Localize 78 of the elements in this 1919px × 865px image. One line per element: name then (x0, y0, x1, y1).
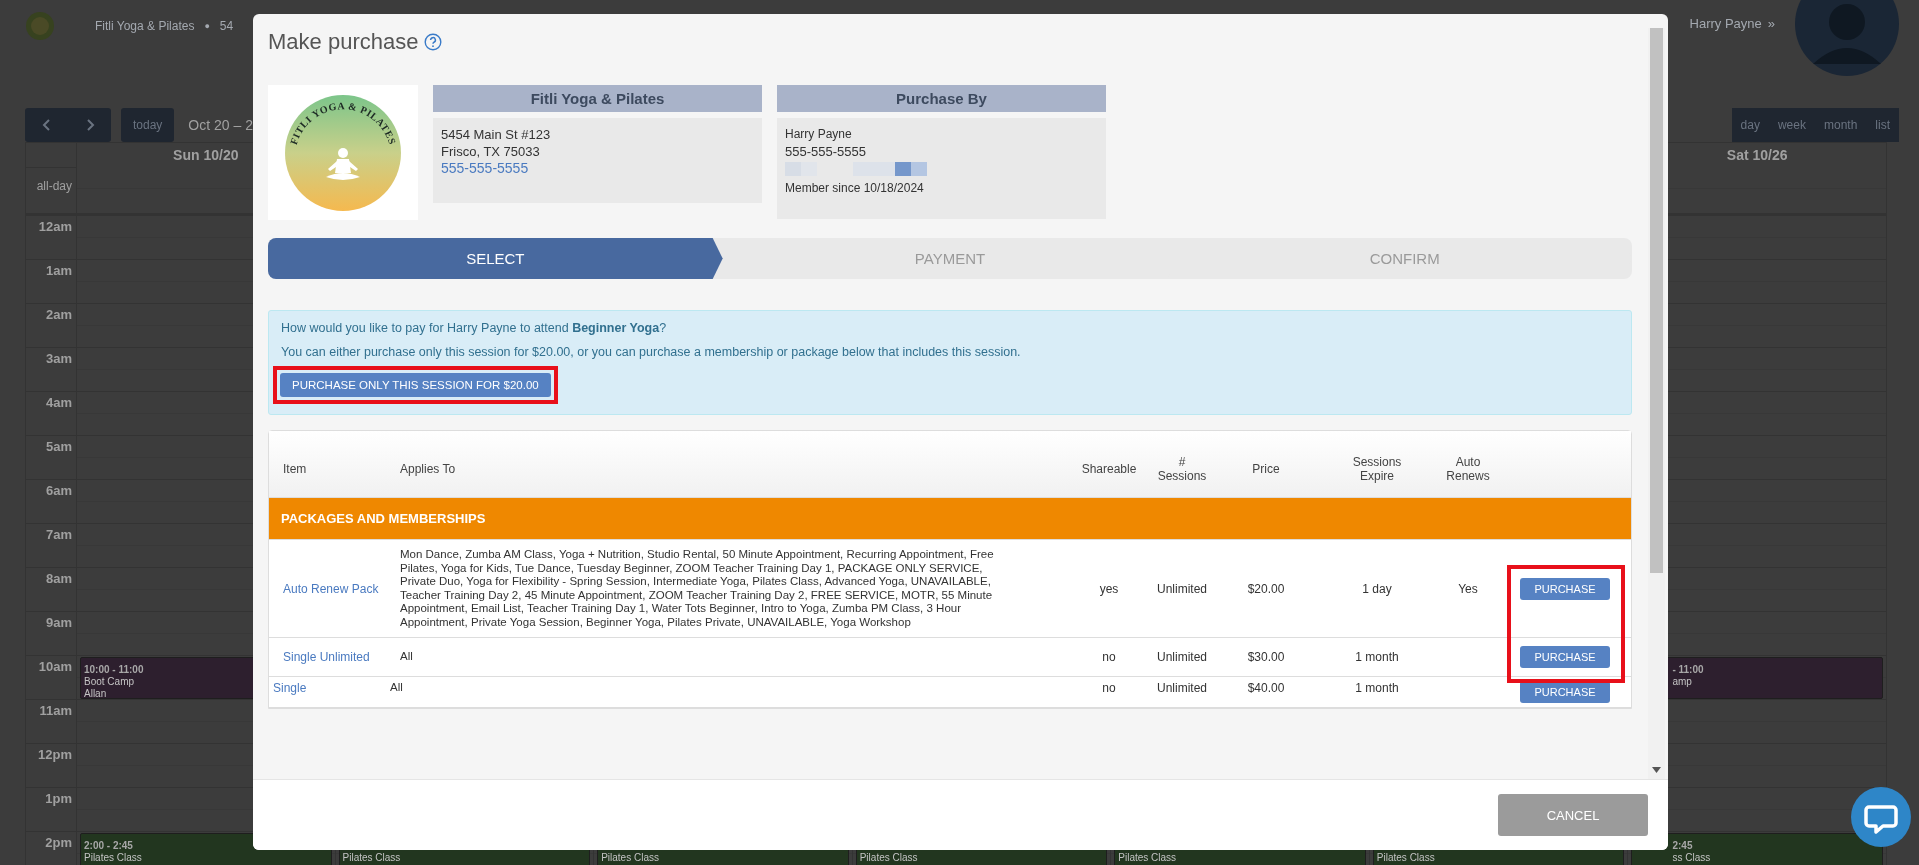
event-title: Pilates Class (601, 852, 659, 863)
meditating-figure-icon (326, 148, 360, 180)
purchase-button[interactable]: PURCHASE (1520, 577, 1610, 600)
event-time: - 11:00 (1672, 664, 1704, 675)
address-line: 5454 Main St #123 (441, 126, 552, 143)
logo-icon (25, 11, 55, 41)
cancel-button[interactable]: CANCEL (1498, 794, 1648, 836)
panel-heading: Fitli Yoga & Pilates (433, 85, 762, 112)
help-icon[interactable] (424, 33, 443, 51)
table-cell: $20.00 (1247, 581, 1285, 596)
address-line: Frisco, TX 75033 (441, 143, 541, 160)
table-cell: Yes (1458, 581, 1478, 596)
event-time: 2:00 - 2:45 (84, 840, 133, 851)
panel-heading: Purchase By (777, 85, 1106, 112)
column-header: # Sessions (1157, 454, 1207, 483)
purchase-session-button[interactable]: PURCHASE ONLY THIS SESSION FOR $20.00 (280, 373, 551, 397)
column-header: Price (1252, 461, 1280, 476)
event-title: Pilates Class (1118, 852, 1177, 863)
previous-button[interactable] (25, 108, 68, 142)
item-link[interactable]: Auto Renew Pack (283, 581, 379, 596)
column-header: Applies To (400, 461, 456, 476)
purchase-button[interactable]: PURCHASE (1520, 646, 1610, 668)
studio-name: Fitli Yoga & Pilates (95, 19, 195, 33)
event-title: Pilates Class (84, 852, 142, 863)
event-instructor: Allan (84, 688, 107, 699)
table-cell: Unlimited (1157, 581, 1207, 596)
event-title: Boot Camp (84, 676, 135, 687)
column-header: Sessions Expire (1352, 454, 1402, 483)
user-menu-glyph[interactable]: » (1767, 16, 1775, 31)
avatar-icon[interactable] (1795, 0, 1899, 76)
applies-to-text: All (390, 681, 403, 693)
view-button[interactable]: week (1768, 108, 1815, 142)
table-cell: 1 month (1355, 650, 1399, 664)
table-cell: Unlimited (1157, 650, 1207, 664)
dialog-title: Make purchase (268, 29, 419, 55)
member-since: Member since 10/18/2024 (785, 180, 925, 197)
purchaser-name: Harry Payne (785, 126, 853, 143)
event-title: Pilates Class (1376, 852, 1435, 863)
column-header: Item (283, 461, 307, 476)
event-title: Pilates Class (859, 852, 918, 863)
applies-to-text: All (400, 650, 413, 663)
view-button[interactable]: list (1866, 108, 1899, 142)
table-cell: Unlimited (1157, 681, 1207, 695)
scroll-down-icon[interactable] (1652, 767, 1661, 773)
column-header: Auto Renews (1446, 454, 1490, 483)
purchaser-phone: 555-555-5555 (785, 143, 867, 160)
view-button[interactable]: day (1731, 108, 1769, 142)
event-time: 2:45 (1672, 840, 1693, 851)
chevron-right-icon (84, 119, 95, 131)
chevron-left-icon (41, 119, 52, 131)
table-cell: yes (1099, 581, 1119, 596)
view-button[interactable]: month (1814, 108, 1867, 142)
table-cell: 1 month (1355, 681, 1399, 695)
event-title: Pilates Class (342, 852, 401, 863)
studio-address: 54 (219, 19, 234, 33)
next-button[interactable] (68, 108, 111, 142)
scrollbar[interactable] (1648, 28, 1665, 779)
user-name[interactable]: Harry Payne (1689, 16, 1762, 31)
table-cell: $40.00 (1247, 681, 1285, 695)
table-cell: $30.00 (1247, 650, 1285, 664)
phone-link[interactable]: 555-555-5555 (441, 160, 754, 177)
table-cell: 1 day (1362, 581, 1392, 596)
event-time: 10:00 - 11:00 (84, 664, 144, 675)
section-header: PACKAGES AND MEMBERSHIPS (269, 497, 1631, 540)
separator-dot: ● (204, 21, 210, 31)
applies-to-text: Mon Dance, Zumba AM Class, Yoga + Nutrition, Studio Rental, 50 Minute Appointment, Recurring Appointment, Free Pilates, Yoga for Kids, Tue Dance, Tuesday Beginner, ZOOM Teacher Training Day 1, PACKAGE ONLY SERVICE, Private Duo, Yoga for Flexibility - Spring Session, Intermediate Yoga, Pilates Class, Advanced Yoga, UNAVAILABLE, Teacher Training Day 2, 45 Minute Appointment, ZOOM Teacher Training Day 2, FREE SERVICE, MOTR, 55 Minute Appointment, Email List, Teacher Training Day 1, Water Tots Beginner, Intro to Yoga, Zumba PM Class, 3 Hour Appointment, Private Yoga Session, Beginner Yoga, Pilates Private, UNAVAILABLE, Yoga Workshop (400, 548, 994, 628)
table-cell: no (1102, 681, 1116, 695)
chat-icon[interactable] (1851, 787, 1911, 847)
note-text: You can either purchase only this session for $20.00, or you can purchase a membership or package below that includes this session. (281, 344, 1022, 360)
item-link[interactable]: Single (273, 681, 307, 695)
event-title: ss Class (1672, 852, 1711, 863)
date-range: Oct 20 – 2 (188, 117, 253, 133)
prompt-text: How would you like to pay for Harry Payne to attend Beginner Yoga? (281, 320, 668, 336)
today-button[interactable]: today (121, 108, 175, 142)
purchase-button[interactable]: PURCHASE (1520, 681, 1610, 703)
column-header: Shareable (1081, 461, 1137, 476)
event-title: amp (1672, 676, 1692, 687)
table-cell: no (1102, 650, 1116, 664)
